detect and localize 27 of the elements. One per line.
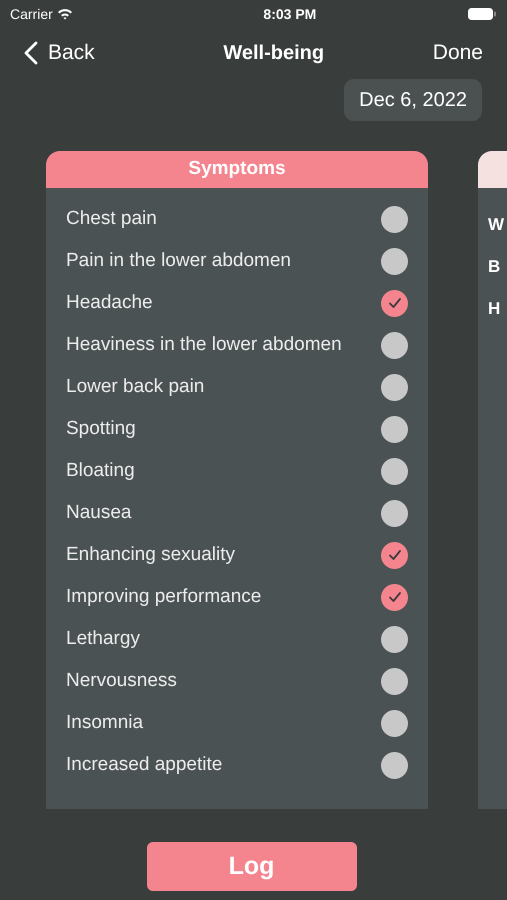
wifi-icon [56, 8, 73, 20]
symptom-label: Heaviness in the lower abdomen [66, 332, 342, 357]
battery-icon [466, 7, 497, 21]
symptom-label: Nervousness [66, 668, 177, 693]
symptom-label: Improving performance [66, 584, 262, 609]
carrier-label: Carrier [10, 4, 53, 24]
symptom-label: Headache [66, 290, 153, 315]
symptom-label: Nausea [66, 500, 132, 525]
symptom-label: Spotting [66, 416, 136, 441]
item-label: W [488, 214, 504, 236]
date-button[interactable]: Dec 6, 2022 [344, 79, 482, 121]
back-button[interactable]: Back [24, 37, 95, 69]
symptom-label: Insomnia [66, 710, 144, 735]
symptom-label: Lower back pain [66, 374, 204, 399]
clock-time: 8:03 PM [263, 4, 316, 24]
symptom-label: Enhancing sexuality [66, 542, 235, 567]
item-label: H [488, 298, 500, 320]
done-button[interactable]: Done [432, 37, 483, 69]
symptom-label: Pain in the lower abdomen [66, 248, 291, 273]
symptom-label: Increased appetite [66, 752, 222, 777]
screen-title: Well-being [223, 41, 324, 66]
symptom-label: Chest pain [66, 206, 157, 231]
symptom-label: Bloating [66, 458, 135, 483]
chevron-left-icon [24, 41, 38, 65]
card-title: Symptoms [188, 157, 286, 182]
symptom-label: Lethargy [66, 626, 140, 651]
item-label: B [488, 256, 500, 278]
